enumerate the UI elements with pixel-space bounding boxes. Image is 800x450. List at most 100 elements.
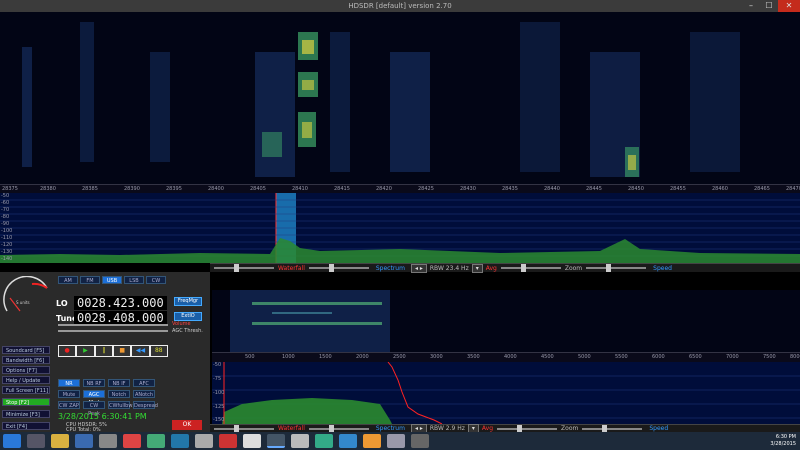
nb-if-button[interactable]: NB IF: [108, 379, 130, 387]
cw-zap-button[interactable]: CW ZAP: [58, 401, 80, 409]
help-update-button[interactable]: Help / Update [F1]: [2, 376, 50, 392]
transport-controls: ● ▶ ‖ ■ ◀◀ 88: [58, 345, 168, 357]
freq-tick: 28440: [544, 186, 560, 192]
speed-slider[interactable]: [586, 264, 647, 272]
main-waterfall[interactable]: [0, 12, 800, 184]
agc-threshold-slider[interactable]: [58, 330, 168, 332]
record-button[interactable]: ●: [59, 346, 76, 356]
freq-tick: 28420: [376, 186, 392, 192]
waterfall-slider[interactable]: [214, 264, 274, 272]
rbw-dropdown[interactable]: ▾: [471, 263, 483, 273]
app-icon[interactable]: [411, 434, 429, 448]
extio-button[interactable]: ExtIO: [174, 312, 202, 321]
app-icon[interactable]: [363, 434, 381, 448]
app-icon[interactable]: [243, 434, 261, 448]
mode-fm-button[interactable]: FM: [80, 276, 100, 284]
audio-rbw-label: RBW 2.9 Hz: [429, 425, 465, 432]
lo-label: LO: [56, 298, 68, 308]
mode-usb-button[interactable]: USB: [102, 276, 122, 284]
afc-button[interactable]: AFC: [133, 379, 155, 387]
dbm-label: -50: [1, 193, 10, 199]
maximize-button[interactable]: ☐: [760, 0, 778, 12]
freq-tick: 28405: [250, 186, 266, 192]
options-button[interactable]: Options [F7]: [2, 366, 50, 374]
app-icon[interactable]: [387, 434, 405, 448]
freq-tick: 28460: [712, 186, 728, 192]
audio-tick: 7000: [726, 354, 739, 360]
system-tray-clock[interactable]: 6:30 PM 3/28/2015: [770, 434, 796, 448]
close-button[interactable]: ✕: [778, 0, 800, 12]
audio-tick: 3500: [467, 354, 480, 360]
app-icon[interactable]: [147, 434, 165, 448]
soundcard-button[interactable]: Soundcard [F5]: [2, 346, 50, 354]
tune-frequency-display[interactable]: 0028.408.000: [74, 311, 167, 325]
mode-cw-button[interactable]: CW: [146, 276, 166, 284]
freq-tick: 28465: [754, 186, 770, 192]
freq-tick: 28450: [628, 186, 644, 192]
audio-speed-slider[interactable]: [582, 424, 643, 433]
minimize-button[interactable]: –: [742, 0, 760, 12]
file-explorer-icon[interactable]: [51, 434, 69, 448]
mode-am-button[interactable]: AM: [58, 276, 78, 284]
despread-button[interactable]: Despread: [133, 401, 158, 409]
audio-spectrum-slider[interactable]: [308, 424, 369, 433]
audio-waterfall-slider[interactable]: [214, 424, 274, 433]
play-button[interactable]: ▶: [77, 346, 94, 356]
bandwidth-button[interactable]: Bandwidth [F6]: [2, 356, 50, 364]
title-bar: HDSDR [default] version 2.70 – ☐ ✕: [0, 0, 800, 12]
stop-button[interactable]: Stop [F2]: [2, 398, 50, 406]
minimize-app-button[interactable]: Minimize [F3]: [2, 410, 50, 418]
volume-slider[interactable]: [58, 324, 168, 326]
dbm-label: -80: [1, 214, 10, 220]
app-icon[interactable]: [291, 434, 309, 448]
dbm-label: -90: [1, 221, 10, 227]
audio-zoom-slider[interactable]: [497, 424, 558, 433]
audio-spectrum[interactable]: -50 -75 -100 -125 -150: [212, 362, 800, 424]
hdsdr-taskbar-icon[interactable]: [267, 434, 285, 448]
cwfullbw-button[interactable]: CWfullbw: [108, 401, 132, 409]
audio-dbm-label: -75: [213, 376, 222, 382]
app-icon[interactable]: [315, 434, 333, 448]
audio-tick: 4500: [541, 354, 554, 360]
notch-button[interactable]: Notch: [108, 390, 130, 398]
main-display-controls: Waterfall Spectrum ◂ ▸ RBW 23.4 Hz ▾ Avg…: [210, 263, 800, 273]
zoom-slider[interactable]: [500, 264, 561, 272]
ok-button[interactable]: OK: [172, 420, 202, 430]
rewind-button[interactable]: ◀◀: [132, 346, 149, 356]
audio-waterfall[interactable]: [212, 290, 800, 352]
spectrum-slider[interactable]: [308, 264, 369, 272]
stop-playback-button[interactable]: ■: [113, 346, 131, 356]
agc-med-button[interactable]: AGC Med: [83, 390, 105, 406]
start-icon[interactable]: [3, 434, 21, 448]
app-icon[interactable]: [339, 434, 357, 448]
audio-dbm-label: -100: [213, 390, 225, 396]
lo-frequency-display[interactable]: 0028.423.000: [74, 296, 167, 310]
exit-button[interactable]: Exit [F4]: [2, 422, 50, 430]
main-spectrum[interactable]: -50 -60 -70 -80 -90 -100 -110 -120 -130 …: [0, 193, 800, 263]
cw-peak-button[interactable]: CW Peak: [83, 401, 105, 417]
full-screen-button[interactable]: Full Screen [F11]: [2, 386, 50, 394]
mute-button[interactable]: Mute: [58, 390, 80, 398]
app-icon[interactable]: [75, 434, 93, 448]
app-icon[interactable]: [219, 434, 237, 448]
freq-tick: 28390: [124, 186, 140, 192]
nb-rf-button[interactable]: NB RF: [83, 379, 105, 387]
audio-tick: 5500: [615, 354, 628, 360]
chrome-icon[interactable]: [123, 434, 141, 448]
anotch-button[interactable]: ANotch: [133, 390, 155, 398]
dbm-label: -130: [1, 249, 13, 255]
freqmgr-button[interactable]: FreqMgr: [174, 297, 202, 306]
rbw-stepper[interactable]: ◂ ▸: [410, 263, 427, 273]
nr-button[interactable]: NR: [58, 379, 80, 387]
freq-tick: 28435: [502, 186, 518, 192]
task-view-icon[interactable]: [27, 434, 45, 448]
audio-tick: 500: [245, 354, 255, 360]
mode-lsb-button[interactable]: LSB: [124, 276, 144, 284]
loop-button[interactable]: 88: [150, 346, 167, 356]
app-icon[interactable]: [99, 434, 117, 448]
pause-button[interactable]: ‖: [95, 346, 112, 356]
app-icon[interactable]: [171, 434, 189, 448]
app-icon[interactable]: [195, 434, 213, 448]
main-frequency-axis[interactable]: 28375 28380 28385 28390 28395 28400 2840…: [0, 184, 800, 193]
audio-frequency-axis[interactable]: 500 1000 1500 2000 2500 3000 3500 4000 4…: [212, 352, 800, 362]
